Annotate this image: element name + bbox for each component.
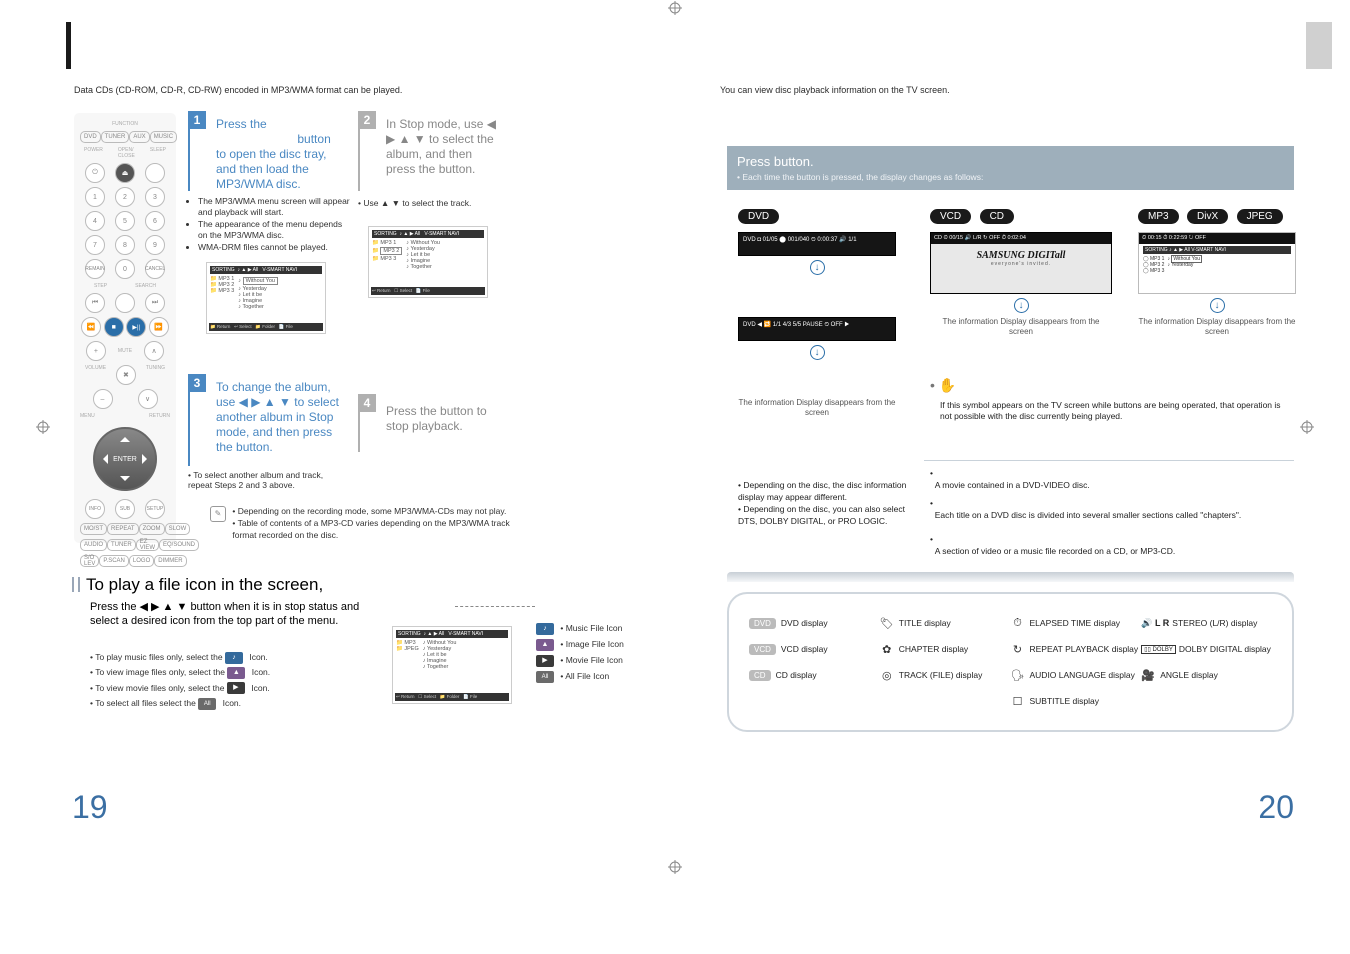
intro-right: You can view disc playback information o… bbox=[720, 85, 950, 95]
all-file-icon: All bbox=[198, 698, 216, 710]
icon-legend: ♪ • Music File Icon ▲ • Image File Icon … bbox=[536, 620, 624, 685]
dvd-osd-1: DVD ◘ 01/05 ⬤ 001/040 ⏲ 0:00:37 🔊 1/1 bbox=[738, 232, 896, 256]
caption: The information Display disappears from … bbox=[738, 398, 896, 419]
step-3: 3 To change the album, use ◀ ▶ ▲ ▼ to se… bbox=[188, 376, 348, 466]
dvd-osd-2: DVD ◀ 🔁 1/1 4/3 5/5 PAUSE ⏲ OFF ▶ bbox=[738, 317, 896, 341]
menu-thumb: SORTING ♪ ▲ ▶ All V-SMART NAVI 📁 MP3 1📁 … bbox=[368, 226, 488, 298]
page-number: 20 bbox=[1258, 789, 1294, 826]
menu-thumb: SORTING ♪ ▲ ▶ All V-SMART NAVI 📁 MP3📁 JP… bbox=[392, 626, 512, 704]
caption: The information Display disappears from … bbox=[930, 317, 1112, 338]
step-1: 1 Press the OPEN/CLOSE button to open th… bbox=[188, 113, 348, 191]
divider bbox=[664, 22, 672, 69]
glossary-item: DVDDVD display bbox=[749, 616, 880, 630]
menu-thumb: SORTING ♪ ▲ ▶ All V-SMART NAVI 📁 MP3 1📁 … bbox=[206, 262, 326, 334]
cd-pill: CD bbox=[980, 209, 1014, 224]
mp3-osd: ⏲ 00:15 ⏱ 0:22:59 ↻ OFF SORTING ♪ ▲ ▶ Al… bbox=[1138, 232, 1296, 294]
step-3-bullet: • To select another album and track, rep… bbox=[188, 470, 346, 490]
image-file-icon: ▲ bbox=[227, 667, 245, 679]
movie-file-icon: ▶ bbox=[227, 682, 245, 694]
step-number: 2 bbox=[358, 111, 376, 129]
glossary-item: ↻REPEAT PLAYBACK display bbox=[1011, 642, 1142, 656]
page: Data CDs (CD-ROM, CD-R, CD-RW) encoded i… bbox=[0, 0, 1350, 954]
down-arrow-icon: ↓ bbox=[810, 260, 825, 275]
glossary-item: ⏱ELAPSED TIME display bbox=[1011, 616, 1142, 630]
down-arrow-icon: ↓ bbox=[1014, 298, 1029, 313]
glossary-item bbox=[749, 694, 880, 708]
down-arrow-icon: ↓ bbox=[1210, 298, 1225, 313]
dvd-pill: DVD bbox=[738, 209, 779, 224]
step-2: 2 In Stop mode, use ◀ ▶ ▲ ▼ to select th… bbox=[358, 113, 510, 191]
mp3-group: MP3 DivX JPEG ⏲ 00:15 ⏱ 0:22:59 ↻ OFF SO… bbox=[1138, 206, 1296, 338]
glossary-item bbox=[880, 694, 1011, 708]
music-file-icon: ♪ bbox=[225, 652, 243, 664]
glossary-item: 🎥ANGLE display bbox=[1141, 668, 1272, 682]
glossary-item: ✿CHAPTER display bbox=[880, 642, 1011, 656]
notes: ✎ • Depending on the recording mode, som… bbox=[210, 506, 520, 542]
divider bbox=[727, 572, 1294, 582]
symbol-note: • ✋ If this symbol appears on the TV scr… bbox=[930, 376, 1290, 423]
all-file-icon: All bbox=[536, 671, 554, 683]
step-2-bullet: • Use ▲ ▼ to select the track. bbox=[358, 198, 471, 208]
info-title: Press button. bbox=[737, 154, 814, 169]
intro-left: Data CDs (CD-ROM, CD-R, CD-RW) encoded i… bbox=[74, 85, 402, 95]
glossary-item: ▯▯ DOLBYDOLBY DIGITAL display bbox=[1141, 642, 1272, 656]
section-body: Press the ◀ ▶ ▲ ▼ button when it is in s… bbox=[90, 600, 370, 629]
step-number: 4 bbox=[358, 394, 376, 412]
down-arrow-icon: ↓ bbox=[810, 345, 825, 360]
crop-mark bbox=[668, 1, 682, 15]
crop-mark bbox=[1300, 420, 1314, 434]
movie-file-icon: ▶ bbox=[536, 655, 554, 667]
bars-icon bbox=[72, 577, 80, 592]
crop-mark bbox=[36, 420, 50, 434]
note-icon: ✎ bbox=[210, 506, 226, 522]
term-track: • A section of video or a music file rec… bbox=[930, 534, 1290, 558]
arrow-line bbox=[455, 606, 535, 607]
glossary-item: ◎TRACK (FILE) display bbox=[880, 668, 1011, 682]
glossary-item: 🔊 L RSTEREO (L/R) display bbox=[1141, 616, 1272, 630]
vcd-cd-group: VCD CD CD ⏲ 00/15 🔊 L/R ↻ OFF ⏱ 0:02:04 … bbox=[930, 206, 1112, 338]
crop-mark bbox=[668, 860, 682, 874]
jpeg-pill: JPEG bbox=[1237, 209, 1283, 224]
tab-bar-gray bbox=[1306, 22, 1332, 69]
caption: The information Display disappears from … bbox=[1138, 317, 1296, 338]
vcd-pill: VCD bbox=[930, 209, 971, 224]
section-title: To play a file icon in the screen, bbox=[72, 575, 323, 595]
step-4: 4 Press the button to stop playback. bbox=[358, 396, 510, 452]
image-file-icon: ▲ bbox=[536, 639, 554, 651]
divx-pill: DivX bbox=[1187, 209, 1228, 224]
step-number: 1 bbox=[188, 111, 206, 129]
step-head: In Stop mode, use ◀ ▶ ▲ ▼ to select the … bbox=[360, 113, 510, 181]
vcd-osd: CD ⏲ 00/15 🔊 L/R ↻ OFF ⏱ 0:02:04 SAMSUNG… bbox=[930, 232, 1112, 294]
info-sub: • Each time the button is pressed, the d… bbox=[737, 172, 1284, 182]
info-button-bar: Press button. • Each time the button is … bbox=[727, 146, 1294, 190]
tab-bar bbox=[66, 22, 71, 69]
page-number: 19 bbox=[72, 789, 108, 826]
step-head: Press the button to stop playback. bbox=[360, 396, 510, 438]
music-file-icon: ♪ bbox=[536, 623, 554, 635]
step-1-bullets: The MP3/WMA menu screen will appear and … bbox=[184, 196, 358, 253]
remote-control-image: FUNCTION DVDTUNERAUXMUSIC POWEROPEN/CLOS… bbox=[74, 113, 176, 543]
step-head: Press the OPEN/CLOSE button to open the … bbox=[190, 113, 348, 196]
step-number: 3 bbox=[188, 374, 206, 392]
display-glossary: DVDDVD display🏷TITLE display⏱ELAPSED TIM… bbox=[727, 592, 1294, 732]
term-chapter: • Each title on a DVD disc is divided in… bbox=[930, 498, 1290, 522]
glossary-item: 🏷TITLE display bbox=[880, 616, 1011, 630]
glossary-item bbox=[1141, 694, 1272, 708]
term-title: • A movie contained in a DVD-VIDEO disc. bbox=[930, 468, 1290, 492]
file-icon-bullets: • To play music files only, select the ♪… bbox=[90, 650, 270, 711]
glossary-item: ☐SUBTITLE display bbox=[1011, 694, 1142, 708]
glossary-item: VCDVCD display bbox=[749, 642, 880, 656]
glossary-item: CDCD display bbox=[749, 668, 880, 682]
step-head: To change the album, use ◀ ▶ ▲ ▼ to sele… bbox=[190, 376, 348, 459]
mp3-pill: MP3 bbox=[1138, 209, 1179, 224]
divider bbox=[924, 460, 1294, 461]
dvd-group: DVD DVD ◘ 01/05 ⬤ 001/040 ⏲ 0:00:37 🔊 1/… bbox=[738, 206, 896, 419]
dep-notes: • Depending on the disc, the disc inform… bbox=[738, 480, 908, 528]
glossary-item: 🗣AUDIO LANGUAGE display bbox=[1011, 668, 1142, 682]
